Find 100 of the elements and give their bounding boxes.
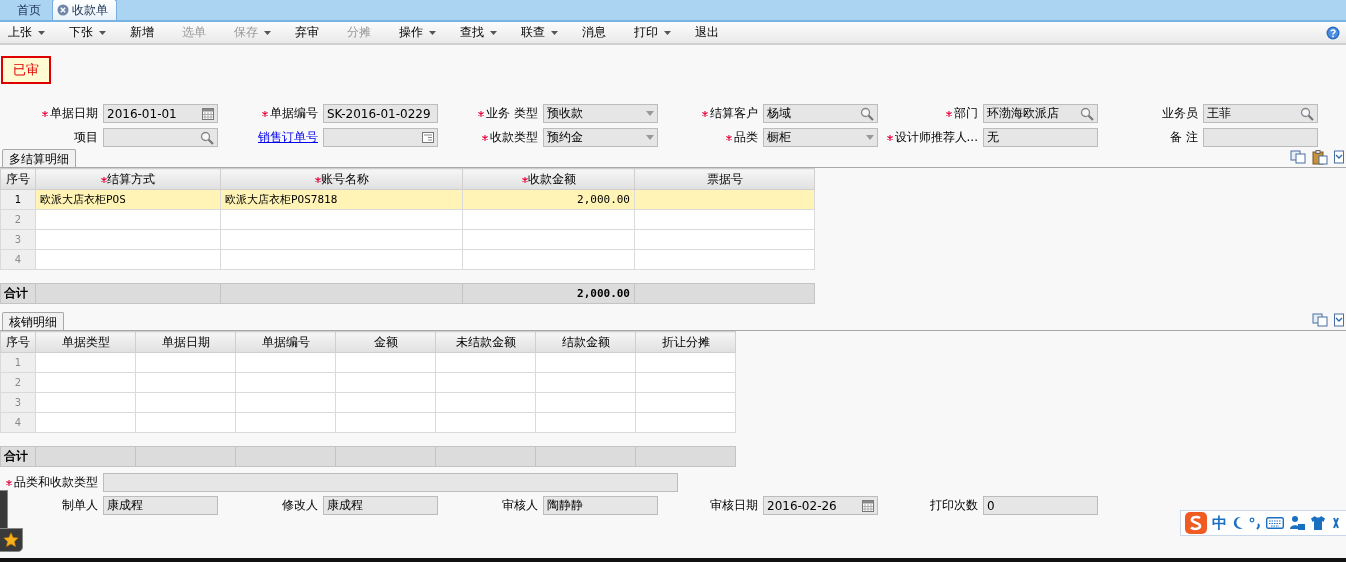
row-number: 4 [0, 412, 36, 433]
toolbar-button[interactable]: 退出 [685, 22, 729, 43]
export-icon[interactable] [1334, 313, 1344, 327]
input-field[interactable]: 橱柜 [763, 128, 878, 147]
keyboard-icon[interactable] [1266, 517, 1284, 529]
column-header: 单据日期 [135, 331, 236, 353]
field-label: 备 注 [1170, 129, 1198, 146]
input-field[interactable] [323, 128, 438, 147]
copy-icon[interactable] [1312, 313, 1328, 327]
row-number: 1 [0, 189, 36, 210]
column-header: 账号名称 [220, 168, 463, 190]
dropdown-caret-icon[interactable] [646, 135, 654, 140]
column-header: 折让分摊 [635, 331, 736, 353]
field-label: 设计师推荐人... [894, 129, 978, 146]
input-field[interactable]: 康成程 [323, 496, 438, 515]
total-cell: 2,000.00 [462, 283, 635, 304]
field-label: 业务员 [1162, 105, 1198, 122]
column-header: 结算方式 [35, 168, 221, 190]
caret-icon [99, 30, 106, 35]
input-field[interactable]: 2016-01-01 [103, 104, 218, 123]
ime-logo-icon[interactable] [1185, 512, 1207, 534]
input-field[interactable]: 0 [983, 496, 1098, 515]
search-icon[interactable] [200, 130, 214, 145]
field-label: 业务 类型 [486, 105, 538, 122]
tools-icon[interactable] [1331, 516, 1341, 530]
caret-icon [38, 30, 45, 35]
search-icon[interactable] [1080, 106, 1094, 121]
input-field[interactable]: 无 [983, 128, 1098, 147]
caret-icon [429, 30, 436, 35]
toolbar-button[interactable]: 打印 [624, 22, 681, 43]
calendar-icon[interactable] [202, 107, 214, 120]
column-header: 序号 [0, 168, 36, 190]
moon-icon[interactable] [1232, 516, 1244, 530]
caret-icon [264, 30, 271, 35]
toolbar-button[interactable]: 上张 [0, 22, 55, 43]
copy-icon[interactable] [1290, 149, 1306, 164]
user-icon[interactable] [1289, 515, 1305, 531]
punctuation-icon[interactable] [1249, 516, 1261, 530]
toolbar-button[interactable]: 操作 [389, 22, 446, 43]
approval-stamp: 已审 [1, 56, 51, 84]
caret-icon [490, 30, 497, 35]
input-field[interactable]: 康成程 [103, 496, 218, 515]
dropdown-caret-icon[interactable] [866, 135, 874, 140]
column-header: 结款金额 [535, 331, 636, 353]
caret-icon [664, 30, 671, 35]
order-link[interactable]: 销售订单号 [258, 129, 318, 146]
input-field[interactable]: 2016-02-26 [763, 496, 878, 515]
column-header: 序号 [0, 331, 36, 353]
field-label: 修改人 [282, 497, 318, 514]
field-label: 单据日期 [50, 105, 98, 122]
total-label: 合计 [0, 283, 36, 304]
field-label: 结算客户 [710, 105, 758, 122]
input-mode[interactable]: 中 [1212, 513, 1227, 533]
input-field[interactable]: 陶静静 [543, 496, 658, 515]
total-label: 合计 [0, 446, 36, 467]
close-icon[interactable] [57, 4, 69, 16]
page-tab[interactable]: 首页 [4, 0, 50, 20]
input-field[interactable]: 王菲 [1203, 104, 1318, 123]
dropdown-caret-icon[interactable] [646, 111, 654, 116]
column-header: 票据号 [634, 168, 815, 190]
input-field[interactable] [103, 128, 218, 147]
form-picker-icon[interactable] [422, 132, 434, 143]
toolbar-button[interactable]: 下张 [59, 22, 116, 43]
field-label: 审核人 [502, 497, 538, 514]
help-icon[interactable] [1326, 25, 1340, 40]
field-label: 制单人 [62, 497, 98, 514]
search-icon[interactable] [1300, 106, 1314, 121]
row-number: 1 [0, 352, 36, 373]
favorites-button[interactable] [0, 528, 23, 552]
paste-icon[interactable] [1312, 149, 1328, 165]
column-header: 金额 [335, 331, 436, 353]
toolbar-button[interactable]: 新增 [120, 22, 164, 43]
field-label: 打印次数 [930, 497, 978, 514]
toolbar-button[interactable]: 弃审 [285, 22, 329, 43]
input-field[interactable]: 预收款 [543, 104, 658, 123]
row-number: 3 [0, 229, 36, 250]
page-tab[interactable]: 收款单 [52, 0, 117, 20]
section-tab[interactable]: 多结算明细 [2, 149, 76, 167]
calendar-icon[interactable] [862, 499, 874, 512]
star-icon [3, 532, 19, 548]
input-field[interactable]: SK-2016-01-0229 [323, 104, 438, 123]
field-label: 部门 [954, 105, 978, 122]
shirt-icon[interactable] [1310, 516, 1326, 530]
input-field[interactable]: 环渤海欧派店 [983, 104, 1098, 123]
toolbar-button[interactable]: 联查 [511, 22, 568, 43]
search-icon[interactable] [860, 106, 874, 121]
input-field[interactable]: 杨域 [763, 104, 878, 123]
input-field[interactable] [1203, 128, 1318, 147]
side-handle[interactable] [0, 490, 8, 528]
column-header: 未结款金额 [435, 331, 536, 353]
section-tab[interactable]: 核销明细 [2, 312, 64, 330]
field-label: 品类 [734, 129, 758, 146]
input-field[interactable] [103, 473, 678, 492]
row-number: 2 [0, 372, 36, 393]
field-label: 项目 [74, 129, 98, 146]
input-field[interactable]: 预约金 [543, 128, 658, 147]
row-number: 2 [0, 209, 36, 230]
toolbar-button[interactable]: 消息 [572, 22, 616, 43]
toolbar-button[interactable]: 查找 [450, 22, 507, 43]
export-icon[interactable] [1334, 149, 1344, 164]
